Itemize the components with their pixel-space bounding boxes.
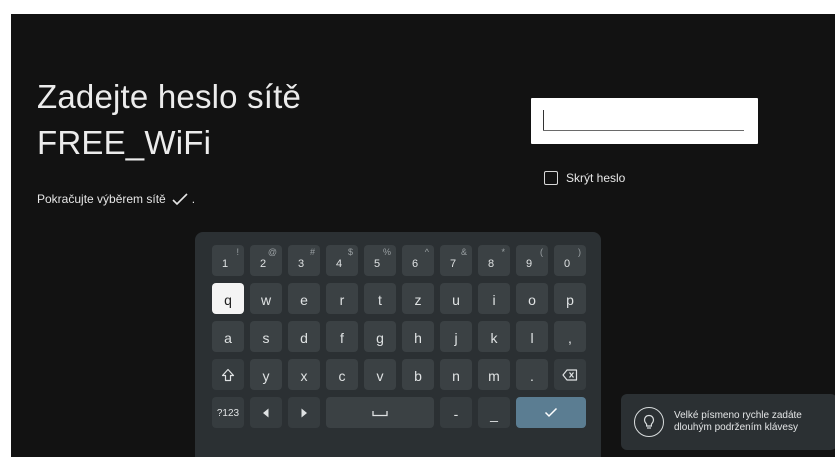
- key-r[interactable]: r: [326, 283, 358, 314]
- tv-screen: Zadejte heslo sítě FREE_WiFi Pokračujte …: [11, 14, 835, 457]
- input-underline: [543, 130, 744, 131]
- key-6[interactable]: 6 ^: [402, 245, 434, 276]
- tip-text: Velké písmeno rychle zadáte dlouhým podr…: [674, 410, 802, 434]
- key-p[interactable]: p: [554, 283, 586, 314]
- key-k[interactable]: k: [478, 321, 510, 352]
- key-m[interactable]: m: [478, 359, 510, 390]
- tip-line-1: Velké písmeno rychle zadáte: [674, 410, 802, 421]
- key-g[interactable]: g: [364, 321, 396, 352]
- arrow-left-icon: [262, 408, 270, 418]
- key-n[interactable]: n: [440, 359, 472, 390]
- key-4[interactable]: 4 $: [326, 245, 358, 276]
- key-9[interactable]: 9(: [516, 245, 548, 276]
- space-icon: [372, 409, 388, 417]
- key-0[interactable]: 0): [554, 245, 586, 276]
- key-y[interactable]: y: [250, 359, 282, 390]
- key-minus[interactable]: -: [440, 397, 472, 428]
- hide-password-label: Skrýt heslo: [566, 171, 626, 185]
- key-h[interactable]: h: [402, 321, 434, 352]
- key-e[interactable]: e: [288, 283, 320, 314]
- key-a[interactable]: a: [212, 321, 244, 352]
- key-8[interactable]: 8 *: [478, 245, 510, 276]
- key-j[interactable]: j: [440, 321, 472, 352]
- title-line-2: FREE_WiFi: [37, 124, 212, 161]
- key-left[interactable]: [250, 397, 282, 428]
- page-title: Zadejte heslo sítě FREE_WiFi: [37, 74, 301, 166]
- key-w[interactable]: w: [250, 283, 282, 314]
- key-symbols[interactable]: ?123: [212, 397, 244, 428]
- hide-password-checkbox[interactable]: [544, 171, 558, 185]
- key-i[interactable]: i: [478, 283, 510, 314]
- key-x[interactable]: x: [288, 359, 320, 390]
- title-line-1: Zadejte heslo sítě: [37, 78, 302, 115]
- text-caret: [543, 110, 544, 130]
- check-icon: [544, 407, 558, 418]
- key-backspace[interactable]: [554, 359, 586, 390]
- key-t[interactable]: t: [364, 283, 396, 314]
- key-underscore[interactable]: _: [478, 397, 510, 428]
- tip-card: Velké písmeno rychle zadáte dlouhým podr…: [621, 394, 835, 450]
- on-screen-keyboard: 1! 2 @ 3 # 4 $ 5% 6 ^ 7 & 8 * 9( 0) q w e r t …: [195, 232, 601, 457]
- shift-icon: [221, 368, 235, 382]
- key-shift[interactable]: [212, 359, 244, 390]
- key-1[interactable]: 1!: [212, 245, 244, 276]
- lightbulb-icon: [634, 407, 664, 437]
- key-l[interactable]: l: [516, 321, 548, 352]
- key-f[interactable]: f: [326, 321, 358, 352]
- key-s[interactable]: s: [250, 321, 282, 352]
- check-icon: [171, 192, 189, 206]
- key-v[interactable]: v: [364, 359, 396, 390]
- key-z[interactable]: z: [402, 283, 434, 314]
- backspace-icon: [562, 368, 578, 381]
- key-q[interactable]: q: [212, 283, 244, 314]
- key-5[interactable]: 5%: [364, 245, 396, 276]
- key-2[interactable]: 2 @: [250, 245, 282, 276]
- key-enter[interactable]: [516, 397, 586, 428]
- hint-suffix: .: [191, 192, 196, 206]
- tip-line-2: dlouhým podržením klávesy: [674, 422, 798, 433]
- hint-text: Pokračujte výběrem sítě: [37, 192, 166, 206]
- hide-password-toggle[interactable]: Skrýt heslo: [544, 171, 625, 185]
- key-7[interactable]: 7 &: [440, 245, 472, 276]
- key-space[interactable]: [326, 397, 434, 428]
- key-right[interactable]: [288, 397, 320, 428]
- key-comma[interactable]: ,: [554, 321, 586, 352]
- key-d[interactable]: d: [288, 321, 320, 352]
- continue-hint: Pokračujte výběrem sítě .: [37, 192, 195, 206]
- password-input[interactable]: [531, 98, 758, 144]
- key-period[interactable]: .: [516, 359, 548, 390]
- key-c[interactable]: c: [326, 359, 358, 390]
- arrow-right-icon: [300, 408, 308, 418]
- key-o[interactable]: o: [516, 283, 548, 314]
- key-3[interactable]: 3 #: [288, 245, 320, 276]
- key-b[interactable]: b: [402, 359, 434, 390]
- key-u[interactable]: u: [440, 283, 472, 314]
